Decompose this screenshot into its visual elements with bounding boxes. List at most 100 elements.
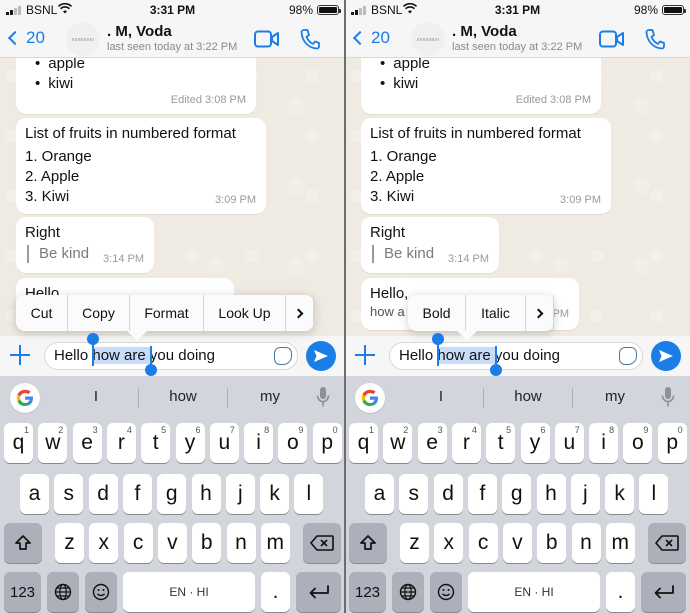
suggestion-2[interactable]: how: [498, 388, 558, 405]
key-v[interactable]: v: [157, 523, 187, 563]
send-button[interactable]: [306, 341, 336, 371]
globe-key[interactable]: [392, 572, 424, 612]
sticker-icon[interactable]: [274, 347, 292, 365]
period-key[interactable]: .: [606, 572, 635, 612]
selected-text[interactable]: how are: [437, 347, 495, 364]
key-d[interactable]: d: [88, 474, 118, 514]
selected-text[interactable]: how are: [92, 347, 150, 364]
message-input[interactable]: Hello how are you doing: [389, 342, 643, 370]
look-up-menu-item[interactable]: Look Up: [204, 295, 286, 331]
emoji-key[interactable]: [430, 572, 462, 612]
key-p[interactable]: p0: [657, 423, 687, 463]
suggestion-1[interactable]: I: [66, 388, 126, 405]
key-t[interactable]: t5: [486, 423, 516, 463]
key-o[interactable]: o9: [623, 423, 653, 463]
key-g[interactable]: g: [157, 474, 187, 514]
shift-key[interactable]: [4, 523, 42, 563]
contact-name[interactable]: . M, Voda: [107, 23, 172, 40]
key-w[interactable]: w2: [383, 423, 413, 463]
key-c[interactable]: c: [123, 523, 153, 563]
key-a[interactable]: a: [20, 474, 49, 514]
suggestion-3[interactable]: my: [240, 388, 300, 405]
back-button[interactable]: 20: [351, 28, 390, 48]
key-i[interactable]: i8: [244, 423, 274, 463]
video-camera-icon[interactable]: [599, 30, 625, 48]
numbers-key[interactable]: 123: [4, 572, 41, 612]
key-n[interactable]: n: [571, 523, 601, 563]
space-key[interactable]: EN · HI: [123, 572, 255, 612]
suggestion-2[interactable]: how: [153, 388, 213, 405]
message-bubble[interactable]: List of fruits in numbered format 1. Ora…: [361, 118, 611, 214]
key-x[interactable]: x: [89, 523, 119, 563]
key-k[interactable]: k: [605, 474, 635, 514]
sticker-icon[interactable]: [619, 347, 637, 365]
key-e[interactable]: e3: [72, 423, 102, 463]
space-key[interactable]: EN · HI: [468, 572, 600, 612]
selection-end-handle[interactable]: [490, 364, 502, 376]
suggestion-3[interactable]: my: [585, 388, 645, 405]
back-button[interactable]: 20: [6, 28, 45, 48]
key-r[interactable]: r4: [451, 423, 481, 463]
shift-key[interactable]: [349, 523, 387, 563]
return-key[interactable]: [641, 572, 686, 612]
key-h[interactable]: h: [536, 474, 566, 514]
key-e[interactable]: e3: [417, 423, 447, 463]
key-a[interactable]: a: [365, 474, 394, 514]
plus-icon[interactable]: [355, 345, 375, 365]
google-logo-icon[interactable]: [355, 383, 385, 413]
selection-start-handle[interactable]: [432, 333, 444, 345]
key-y[interactable]: y6: [175, 423, 205, 463]
plus-icon[interactable]: [10, 345, 30, 365]
message-bubble[interactable]: Right Be kind 3:14 PM: [16, 217, 154, 273]
microphone-icon[interactable]: [316, 386, 330, 408]
avatar[interactable]: [66, 22, 100, 56]
key-n[interactable]: n: [226, 523, 256, 563]
message-bubble[interactable]: Right Be kind 3:14 PM: [361, 217, 499, 273]
key-w[interactable]: w2: [38, 423, 68, 463]
key-y[interactable]: y6: [520, 423, 550, 463]
phone-icon[interactable]: [645, 28, 665, 50]
key-m[interactable]: m: [605, 523, 635, 563]
contact-name[interactable]: . M, Voda: [452, 23, 517, 40]
emoji-key[interactable]: [85, 572, 117, 612]
italic-menu-item[interactable]: Italic: [466, 295, 526, 331]
globe-key[interactable]: [47, 572, 79, 612]
key-x[interactable]: x: [434, 523, 464, 563]
send-button[interactable]: [651, 341, 681, 371]
more-menu-arrow[interactable]: [286, 295, 314, 331]
key-t[interactable]: t5: [141, 423, 171, 463]
google-logo-icon[interactable]: [10, 383, 40, 413]
key-s[interactable]: s: [399, 474, 429, 514]
key-b[interactable]: b: [192, 523, 222, 563]
selection-end-handle[interactable]: [145, 364, 157, 376]
key-j[interactable]: j: [225, 474, 255, 514]
message-bubble[interactable]: List of fruits in numbered format 1. Ora…: [16, 118, 266, 214]
suggestion-1[interactable]: I: [411, 388, 471, 405]
key-q[interactable]: q1: [349, 423, 378, 463]
key-l[interactable]: l: [294, 474, 324, 514]
key-h[interactable]: h: [191, 474, 221, 514]
message-bubble[interactable]: apple kiwi Edited 3:08 PM: [16, 58, 256, 114]
delete-key[interactable]: [648, 523, 686, 563]
copy-menu-item[interactable]: Copy: [68, 295, 130, 331]
key-m[interactable]: m: [260, 523, 290, 563]
key-p[interactable]: p0: [312, 423, 342, 463]
key-v[interactable]: v: [502, 523, 532, 563]
key-r[interactable]: r4: [106, 423, 136, 463]
key-o[interactable]: o9: [278, 423, 308, 463]
key-g[interactable]: g: [502, 474, 532, 514]
key-l[interactable]: l: [639, 474, 669, 514]
key-b[interactable]: b: [537, 523, 567, 563]
key-z[interactable]: z: [55, 523, 84, 563]
phone-icon[interactable]: [300, 28, 320, 50]
key-d[interactable]: d: [433, 474, 463, 514]
key-i[interactable]: i8: [589, 423, 619, 463]
selection-start-handle[interactable]: [87, 333, 99, 345]
key-j[interactable]: j: [570, 474, 600, 514]
more-menu-arrow[interactable]: [526, 295, 554, 331]
period-key[interactable]: .: [261, 572, 290, 612]
cut-menu-item[interactable]: Cut: [16, 295, 68, 331]
key-q[interactable]: q1: [4, 423, 33, 463]
message-input[interactable]: Hello how are you doing: [44, 342, 298, 370]
key-u[interactable]: u7: [554, 423, 584, 463]
